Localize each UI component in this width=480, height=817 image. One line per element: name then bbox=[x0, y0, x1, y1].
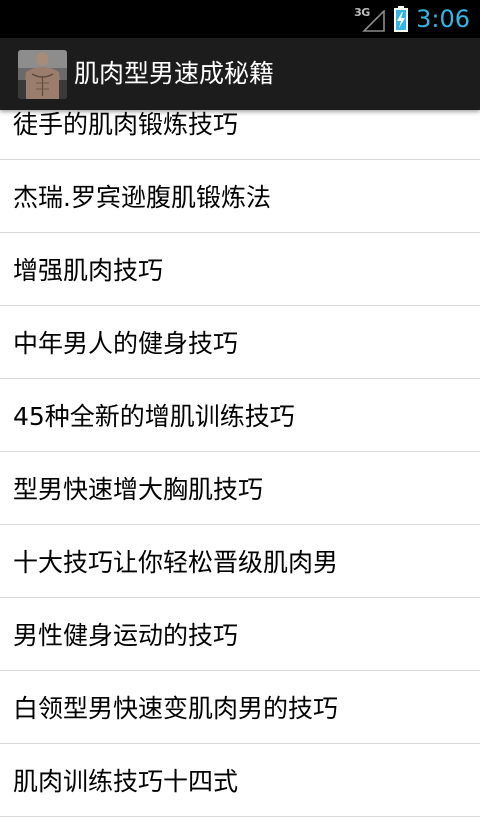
battery-charging-icon bbox=[394, 6, 409, 32]
status-bar: 3G 3:06 bbox=[0, 0, 480, 38]
app-title: 肌肉型男速成秘籍 bbox=[74, 59, 275, 88]
signal-icon: 3G bbox=[354, 4, 386, 34]
list-item[interactable]: 杰瑞.罗宾逊腹肌锻炼法 bbox=[0, 160, 480, 233]
list-item[interactable]: 白领型男快速变肌肉男的技巧 bbox=[0, 671, 480, 744]
list-item[interactable]: 肌肉训练技巧十四式 bbox=[0, 744, 480, 817]
action-bar: 肌肉型男速成秘籍 bbox=[0, 38, 480, 110]
list-item[interactable]: 45种全新的增肌训练技巧 bbox=[0, 379, 480, 452]
clock: 3:06 bbox=[416, 5, 470, 33]
list-item[interactable]: 十大技巧让你轻松晋级肌肉男 bbox=[0, 525, 480, 598]
article-list: 徒手的肌肉锻炼技巧 杰瑞.罗宾逊腹肌锻炼法 增强肌肉技巧 中年男人的健身技巧 4… bbox=[0, 87, 480, 817]
list-item[interactable]: 型男快速增大胸肌技巧 bbox=[0, 452, 480, 525]
list-item[interactable]: 男性健身运动的技巧 bbox=[0, 598, 480, 671]
list-item[interactable]: 增强肌肉技巧 bbox=[0, 233, 480, 306]
status-icons: 3G 3:06 bbox=[354, 0, 470, 38]
list-item[interactable]: 中年男人的健身技巧 bbox=[0, 306, 480, 379]
muscle-man-app-icon[interactable] bbox=[18, 50, 67, 99]
